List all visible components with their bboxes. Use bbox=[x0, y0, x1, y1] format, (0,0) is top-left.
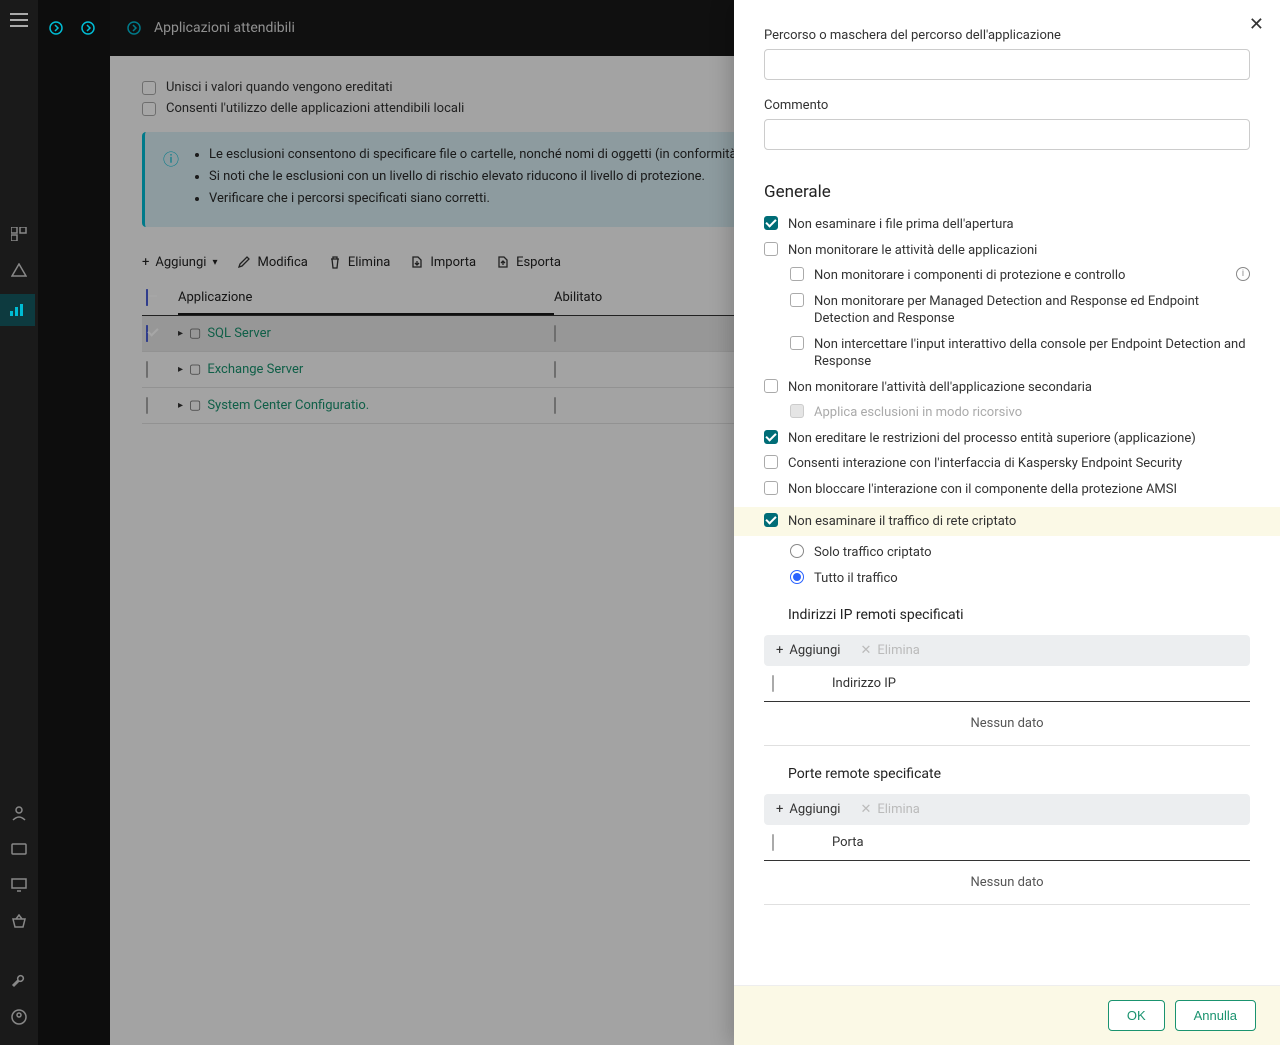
opt-recursive-checkbox bbox=[790, 404, 804, 418]
port-toolbar: + Aggiungi ✕ Elimina bbox=[764, 794, 1250, 825]
col-port[interactable]: Porta bbox=[812, 835, 1242, 850]
info-icon: ⓘ bbox=[163, 146, 179, 213]
chevron-icon[interactable] bbox=[80, 20, 96, 36]
comment-input[interactable] bbox=[764, 119, 1250, 150]
account-icon[interactable] bbox=[7, 1005, 31, 1029]
add-button[interactable]: + Aggiungi ▾ bbox=[142, 255, 217, 270]
port-select-all[interactable] bbox=[772, 834, 774, 851]
chart-icon[interactable] bbox=[0, 294, 35, 326]
col-ip[interactable]: Indirizzo IP bbox=[812, 676, 1242, 691]
opt-label: Non monitorare per Managed Detection and… bbox=[814, 293, 1250, 328]
ok-button[interactable]: OK bbox=[1108, 1000, 1165, 1031]
expand-icon[interactable]: ▸ bbox=[178, 328, 183, 339]
radio-all-traffic[interactable] bbox=[790, 570, 804, 584]
opt-amsi-checkbox[interactable] bbox=[764, 481, 778, 495]
row-checkbox[interactable] bbox=[146, 397, 148, 414]
path-input[interactable] bbox=[764, 49, 1250, 80]
comment-label: Commento bbox=[764, 98, 1250, 113]
app-name[interactable]: Exchange Server bbox=[207, 362, 303, 377]
radio-label: Solo traffico criptato bbox=[814, 544, 1250, 562]
export-button[interactable]: Esporta bbox=[496, 255, 561, 270]
detail-panel: ✕ Percorso o maschera del percorso dell'… bbox=[734, 0, 1280, 1045]
section-ip: Indirizzi IP remoti specificati bbox=[788, 607, 1250, 623]
chevron-icon[interactable] bbox=[48, 20, 64, 36]
expand-icon[interactable]: ▸ bbox=[178, 400, 183, 411]
opt-label: Non bloccare l'interazione con il compon… bbox=[788, 481, 1250, 499]
ip-toolbar: + Aggiungi ✕ Elimina bbox=[764, 635, 1250, 666]
opt-inherit-restrictions-checkbox[interactable] bbox=[764, 430, 778, 444]
allow-local-checkbox[interactable] bbox=[142, 102, 156, 116]
opt-console-input-checkbox[interactable] bbox=[790, 336, 804, 350]
allow-local-label: Consenti l'utilizzo delle applicazioni a… bbox=[166, 101, 464, 116]
edit-button[interactable]: Modifica bbox=[237, 255, 307, 270]
chevron-icon[interactable] bbox=[126, 20, 142, 36]
opt-scan-files-checkbox[interactable] bbox=[764, 216, 778, 230]
opt-label: Non monitorare le attività delle applica… bbox=[788, 242, 1250, 260]
merge-checkbox[interactable] bbox=[142, 81, 156, 95]
port-no-data: Nessun dato bbox=[764, 861, 1250, 904]
opt-protection-components-checkbox[interactable] bbox=[790, 267, 804, 281]
section-ports: Porte remote specificate bbox=[788, 766, 1250, 782]
import-button[interactable]: Importa bbox=[410, 255, 476, 270]
port-table: Porta Nessun dato bbox=[764, 825, 1250, 905]
opt-label: Non intercettare l'input interattivo del… bbox=[814, 336, 1250, 371]
menu-icon[interactable] bbox=[7, 8, 31, 32]
nav-rail bbox=[0, 0, 38, 1045]
opt-label: Consenti interazione con l'interfaccia d… bbox=[788, 455, 1250, 473]
app-name[interactable]: System Center Configuratio. bbox=[207, 398, 369, 413]
port-delete-button: ✕ Elimina bbox=[860, 802, 919, 817]
ip-no-data: Nessun dato bbox=[764, 702, 1250, 745]
wrench-icon[interactable] bbox=[7, 969, 31, 993]
opt-monitor-apps-checkbox[interactable] bbox=[764, 242, 778, 256]
folder-icon: ▢ bbox=[189, 398, 201, 413]
folder-icon: ▢ bbox=[189, 326, 201, 341]
info-icon[interactable]: i bbox=[1236, 267, 1250, 281]
ip-add-button[interactable]: + Aggiungi bbox=[776, 643, 840, 658]
dashboard-icon[interactable] bbox=[7, 222, 31, 246]
cancel-button[interactable]: Annulla bbox=[1175, 1000, 1256, 1031]
opt-label: Non ereditare le restrizioni del process… bbox=[788, 430, 1250, 448]
ip-table: Indirizzo IP Nessun dato bbox=[764, 666, 1250, 746]
alert-icon[interactable] bbox=[7, 258, 31, 282]
path-label: Percorso o maschera del percorso dell'ap… bbox=[764, 28, 1250, 43]
ip-select-all[interactable] bbox=[772, 675, 774, 692]
col-application[interactable]: Applicazione bbox=[178, 290, 554, 315]
card-icon[interactable] bbox=[7, 837, 31, 861]
opt-label: Non monitorare i componenti di protezion… bbox=[814, 267, 1222, 285]
secondary-rail bbox=[38, 0, 110, 1045]
opt-label: Non monitorare l'attività dell'applicazi… bbox=[788, 379, 1250, 397]
merge-label: Unisci i valori quando vengono ereditati bbox=[166, 80, 393, 95]
port-add-button[interactable]: + Aggiungi bbox=[776, 802, 840, 817]
expand-icon[interactable]: ▸ bbox=[178, 364, 183, 375]
opt-mdr-edr-checkbox[interactable] bbox=[790, 293, 804, 307]
row-checkbox[interactable] bbox=[146, 361, 148, 378]
user-icon[interactable] bbox=[7, 801, 31, 825]
basket-icon[interactable] bbox=[7, 909, 31, 933]
enabled-checkbox[interactable] bbox=[554, 397, 556, 414]
opt-kes-interaction-checkbox[interactable] bbox=[764, 455, 778, 469]
folder-icon: ▢ bbox=[189, 362, 201, 377]
opt-encrypted-traffic-checkbox[interactable] bbox=[764, 513, 778, 527]
section-general: Generale bbox=[764, 182, 1250, 202]
opt-label: Non esaminare il traffico di rete cripta… bbox=[788, 513, 1250, 531]
monitor-icon[interactable] bbox=[7, 873, 31, 897]
ip-delete-button: ✕ Elimina bbox=[860, 643, 919, 658]
radio-label: Tutto il traffico bbox=[814, 570, 1250, 588]
opt-label: Non esaminare i file prima dell'apertura bbox=[788, 216, 1250, 234]
row-checkbox[interactable] bbox=[146, 325, 148, 342]
opt-secondary-app-checkbox[interactable] bbox=[764, 379, 778, 393]
enabled-checkbox[interactable] bbox=[554, 325, 556, 342]
app-name[interactable]: SQL Server bbox=[207, 326, 271, 341]
panel-footer: OK Annulla bbox=[734, 985, 1280, 1045]
enabled-checkbox[interactable] bbox=[554, 361, 556, 378]
close-button[interactable]: ✕ bbox=[1249, 14, 1264, 35]
radio-encrypted-only[interactable] bbox=[790, 544, 804, 558]
opt-label: Applica esclusioni in modo ricorsivo bbox=[814, 404, 1250, 422]
select-all-checkbox[interactable] bbox=[146, 289, 148, 306]
page-title: Applicazioni attendibili bbox=[154, 20, 295, 36]
delete-button[interactable]: Elimina bbox=[328, 255, 391, 270]
